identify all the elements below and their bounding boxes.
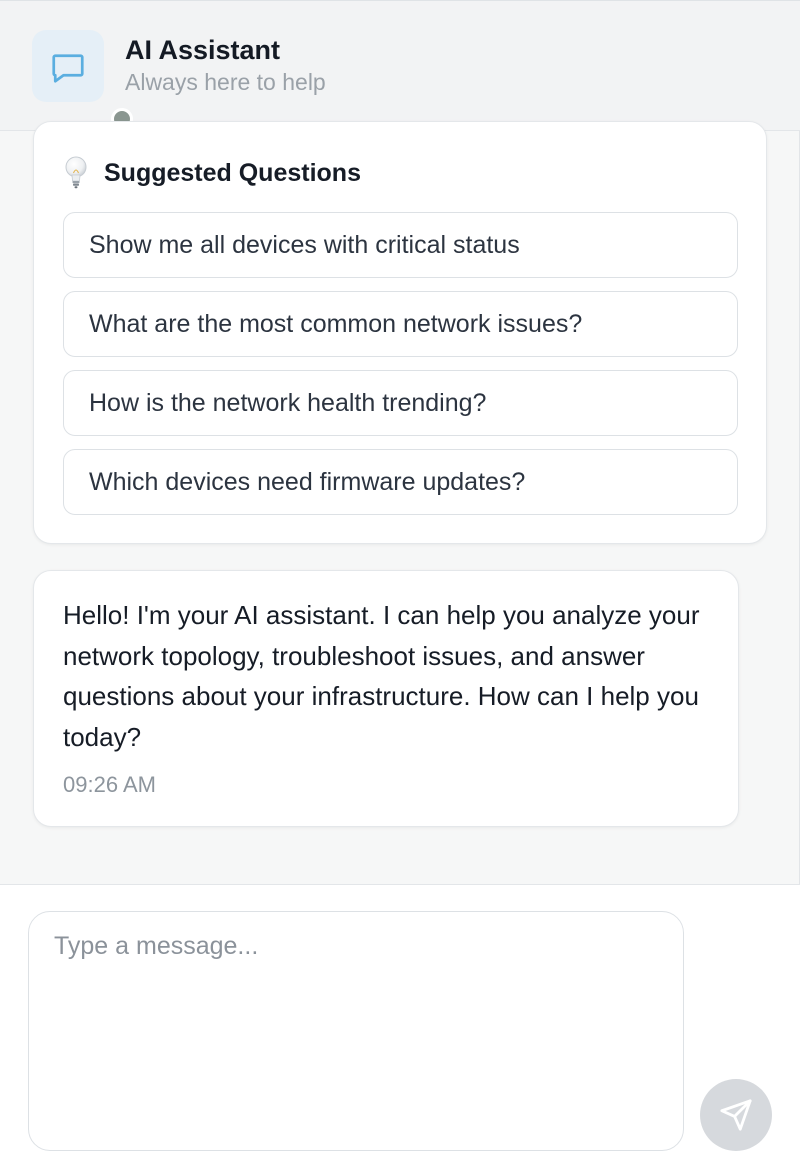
lightbulb-icon	[65, 156, 87, 189]
send-icon	[720, 1099, 752, 1131]
suggested-questions-title: Suggested Questions	[104, 158, 361, 187]
message-input[interactable]	[28, 911, 684, 1151]
suggestion-button[interactable]: Show me all devices with critical status	[63, 212, 738, 278]
suggestion-button[interactable]: Which devices need firmware updates?	[63, 449, 738, 515]
chat-header: AI Assistant Always here to help	[0, 0, 800, 131]
message-timestamp: 09:26 AM	[63, 772, 156, 797]
assistant-name: AI Assistant	[125, 35, 281, 65]
assistant-avatar	[32, 30, 133, 130]
suggested-questions-header: Suggested Questions	[64, 156, 361, 190]
assistant-tagline: Always here to help	[125, 69, 326, 95]
message-text: Hello! I'm your AI assistant. I can help…	[63, 600, 700, 752]
suggested-questions-card: Suggested Questions Show me all devices …	[33, 121, 767, 544]
assistant-message: Hello! I'm your AI assistant. I can help…	[33, 570, 739, 827]
suggestion-button[interactable]: How is the network health trending?	[63, 370, 738, 436]
message-composer	[0, 884, 800, 1164]
send-button[interactable]	[700, 1079, 772, 1151]
suggestion-button[interactable]: What are the most common network issues?	[63, 291, 738, 357]
chat-panel: AI Assistant Always here to help Suggest…	[0, 0, 800, 1164]
chat-bubble-icon	[52, 54, 84, 83]
